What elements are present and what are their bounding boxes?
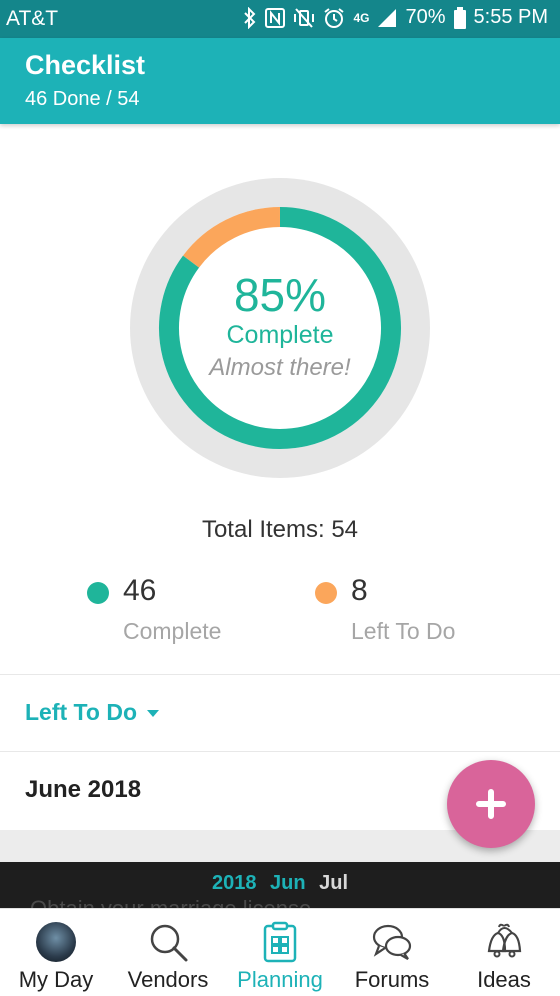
left-to-do-count: 8 — [351, 574, 368, 607]
status-time: 5:55 PM — [473, 6, 548, 28]
complete-count: 46 — [123, 574, 157, 607]
timeline-next-month[interactable]: Jul — [319, 872, 348, 894]
total-items-text: Total Items: 54 — [201, 516, 359, 543]
bottom-nav: My Day Vendors Planning Forums Ideas — [0, 908, 560, 996]
nfc-icon — [265, 7, 286, 28]
total-items: Total Items: 54 — [0, 516, 560, 544]
alarm-icon — [324, 7, 345, 28]
complete-dot — [87, 582, 109, 604]
add-task-button[interactable] — [447, 760, 535, 848]
lte-label: 4G — [353, 10, 370, 25]
battery-percent: 70% — [405, 6, 446, 28]
donut-center: 85% Complete Almost there! — [120, 168, 440, 488]
plus-icon — [476, 789, 506, 819]
filter-label: Left To Do — [25, 699, 137, 725]
timeline-band: Obtain your marriage license 2018 Jun Ju… — [0, 862, 560, 908]
avatar — [35, 921, 77, 963]
nav-label: Ideas — [477, 967, 531, 992]
chat-bubbles-icon — [372, 924, 412, 960]
search-icon — [150, 924, 188, 962]
caret-down-icon — [147, 710, 159, 717]
status-icons: 4G 70% 5:55 PM — [243, 6, 548, 29]
bluetooth-icon — [244, 6, 256, 29]
percent-value: 85% — [233, 269, 327, 321]
left-to-do-label: Left To Do — [351, 618, 456, 644]
timeline-current-month[interactable]: Jun — [270, 872, 306, 894]
percent-label: Complete — [226, 321, 334, 349]
nav-label: My Day — [18, 967, 94, 992]
nav-label: Vendors — [127, 967, 209, 992]
app-header: Checklist 46 Done / 54 — [0, 38, 560, 124]
nav-vendors[interactable]: Vendors — [112, 909, 224, 996]
carrier-label: AT&T — [6, 7, 59, 30]
battery-icon — [453, 6, 466, 29]
nav-forums[interactable]: Forums — [336, 909, 448, 996]
progress-summary: 46 Done / 54 — [25, 88, 140, 110]
nav-planning[interactable]: Planning — [224, 909, 336, 996]
nav-label: Forums — [354, 967, 430, 992]
encouragement-message: Almost there! — [209, 354, 351, 381]
bells-icon — [487, 923, 522, 958]
signal-icon — [378, 8, 397, 27]
status-bar: AT&T 4G 70% 5:55 PM — [0, 0, 560, 38]
complete-label: Complete — [123, 618, 222, 644]
vibrate-mute-icon — [294, 7, 315, 28]
nav-label: Planning — [237, 967, 323, 992]
divider — [0, 674, 560, 675]
checklist-item-partial[interactable]: Obtain your marriage license — [30, 896, 311, 908]
filter-dropdown[interactable]: Left To Do — [25, 699, 159, 726]
nav-ideas[interactable]: Ideas — [448, 909, 560, 996]
clipboard-icon — [263, 921, 297, 963]
month-label: June 2018 — [25, 776, 142, 803]
timeline-year: 2018 — [211, 872, 257, 894]
progress-donut: 85% Complete Almost there! — [120, 168, 440, 488]
timeline-scrubber[interactable]: 2018 Jun Jul — [0, 872, 560, 895]
left-to-do-dot — [315, 582, 337, 604]
nav-my-day[interactable]: My Day — [0, 909, 112, 996]
page-title: Checklist — [25, 50, 146, 80]
